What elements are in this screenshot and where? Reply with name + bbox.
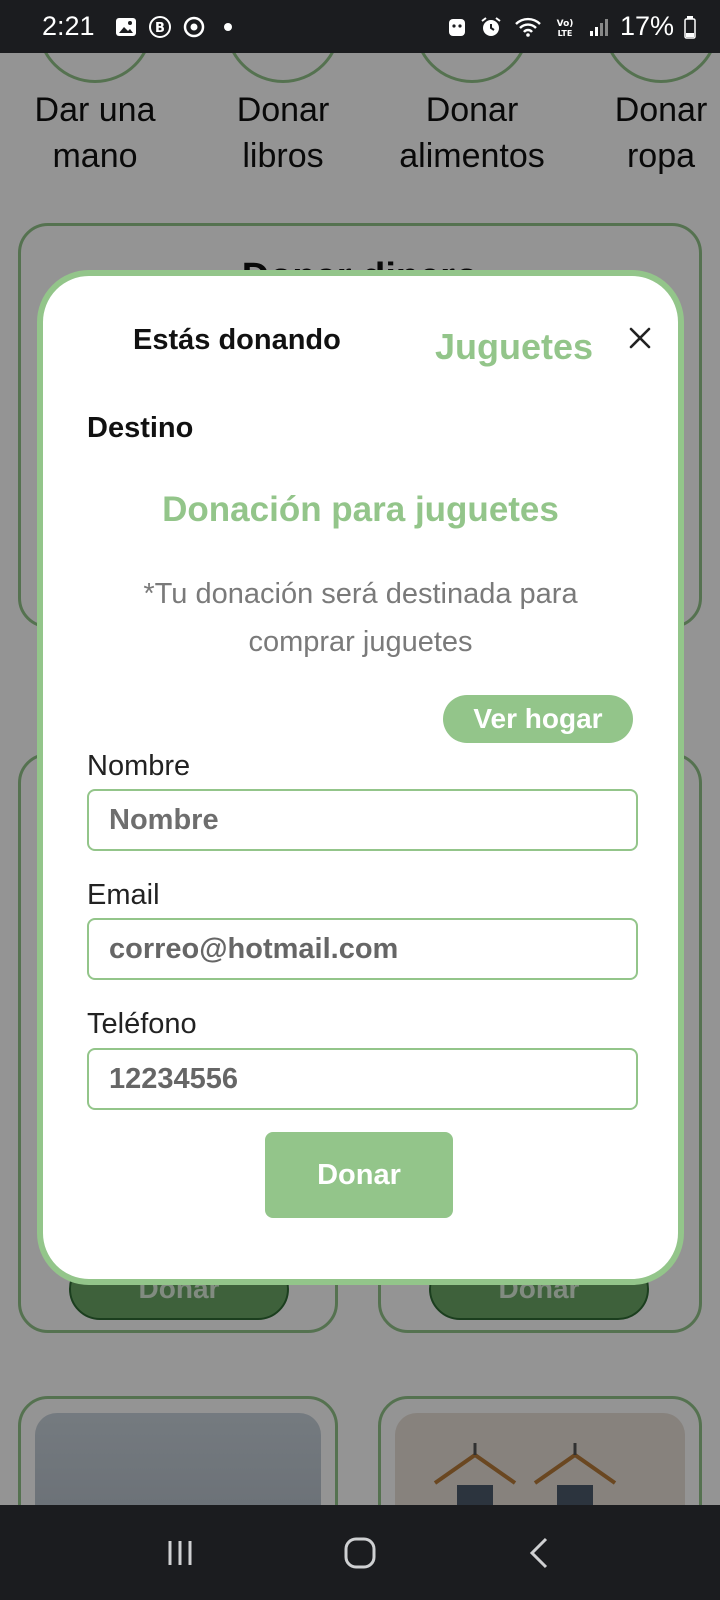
- back-button[interactable]: [510, 1523, 570, 1583]
- status-left: 2:21 B: [42, 11, 241, 42]
- navigation-bar: [0, 1505, 720, 1600]
- home-button[interactable]: [330, 1523, 390, 1583]
- svg-text:LTE: LTE: [558, 29, 573, 38]
- volte-icon: Vo) LTE: [552, 14, 578, 40]
- close-icon: [629, 327, 651, 349]
- donation-modal: Estás donando Juguetes Destino Donación …: [37, 270, 684, 1285]
- svg-text:Vo): Vo): [557, 19, 574, 29]
- destination-title: Donación para juguetes: [162, 490, 559, 529]
- donar-submit-button[interactable]: Donar: [265, 1132, 453, 1218]
- battery-percent: 17%: [619, 11, 674, 41]
- android-icon: [444, 14, 470, 40]
- email-label: Email: [87, 879, 160, 911]
- clock: 2:21: [42, 11, 95, 41]
- sync-icon: [181, 14, 207, 40]
- status-right: Vo) LTE 17%: [444, 11, 698, 42]
- close-button[interactable]: [626, 324, 654, 352]
- modal-category: Juguetes: [435, 326, 594, 367]
- svg-text:B: B: [155, 21, 165, 36]
- email-input[interactable]: [87, 918, 638, 980]
- b-badge-icon: B: [147, 14, 173, 40]
- status-bar: 2:21 B Vo) LTE 17%: [0, 0, 720, 53]
- home-icon: [344, 1537, 376, 1568]
- alarm-icon: [478, 14, 504, 40]
- modal-title: Estás donando: [133, 324, 341, 356]
- telefono-input[interactable]: [87, 1048, 638, 1110]
- nombre-label: Nombre: [87, 750, 191, 782]
- gallery-icon: [113, 14, 139, 40]
- ver-hogar-button[interactable]: Ver hogar: [443, 695, 633, 743]
- recents-icon: [168, 1540, 192, 1565]
- wifi-icon: [512, 14, 544, 40]
- dot-icon: [215, 14, 241, 40]
- recents-button[interactable]: [150, 1523, 210, 1583]
- telefono-label: Teléfono: [87, 1008, 197, 1040]
- battery-icon: [682, 14, 698, 40]
- signal-icon: [586, 14, 612, 40]
- back-icon: [529, 1537, 548, 1568]
- destino-label: Destino: [87, 412, 194, 444]
- nombre-input[interactable]: [87, 789, 638, 851]
- destination-description: *Tu donación será destinada para comprar…: [143, 578, 578, 658]
